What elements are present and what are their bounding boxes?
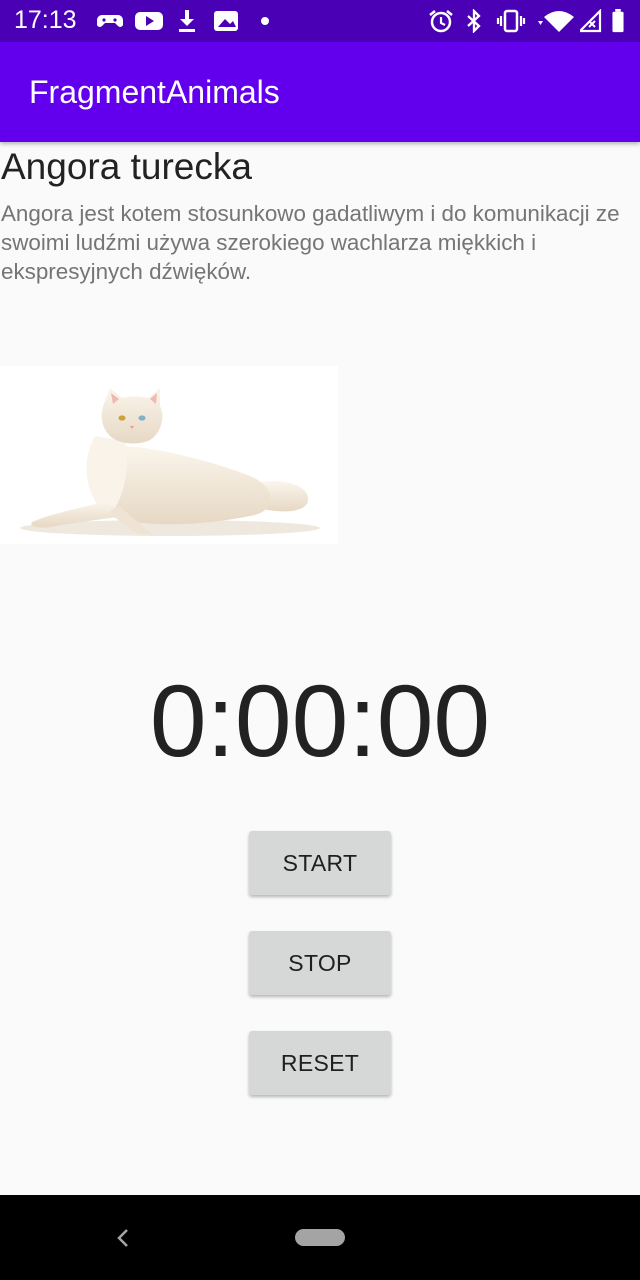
status-bar: 17:13 [0,0,640,42]
reset-button[interactable]: RESET [249,1031,391,1095]
back-icon[interactable] [114,1224,132,1252]
bluetooth-icon [467,9,481,33]
vibrate-icon [496,9,526,33]
navigation-bar [0,1195,640,1280]
youtube-icon [135,12,163,30]
animal-name: Angora turecka [1,146,252,187]
battery-icon [612,9,624,33]
wifi-icon [538,11,574,32]
status-time: 17:13 [14,6,77,34]
dot-icon [261,17,269,25]
app-bar: FragmentAnimals [0,42,640,142]
stopwatch-time: 0:00:00 [149,664,491,778]
start-button[interactable]: START [249,831,391,895]
alarm-icon [429,10,453,33]
download-icon [179,10,195,32]
home-pill-icon[interactable] [295,1229,345,1246]
gallery-icon [214,11,238,31]
animal-description: Angora jest kotem stosunkowo gadatliwym … [1,201,620,284]
cat-illustration [20,388,320,536]
stop-button[interactable]: STOP [249,931,391,995]
app-title: FragmentAnimals [29,74,280,110]
signal-icon [580,9,602,33]
gamepad-icon [97,15,123,27]
animal-photo [0,366,338,544]
